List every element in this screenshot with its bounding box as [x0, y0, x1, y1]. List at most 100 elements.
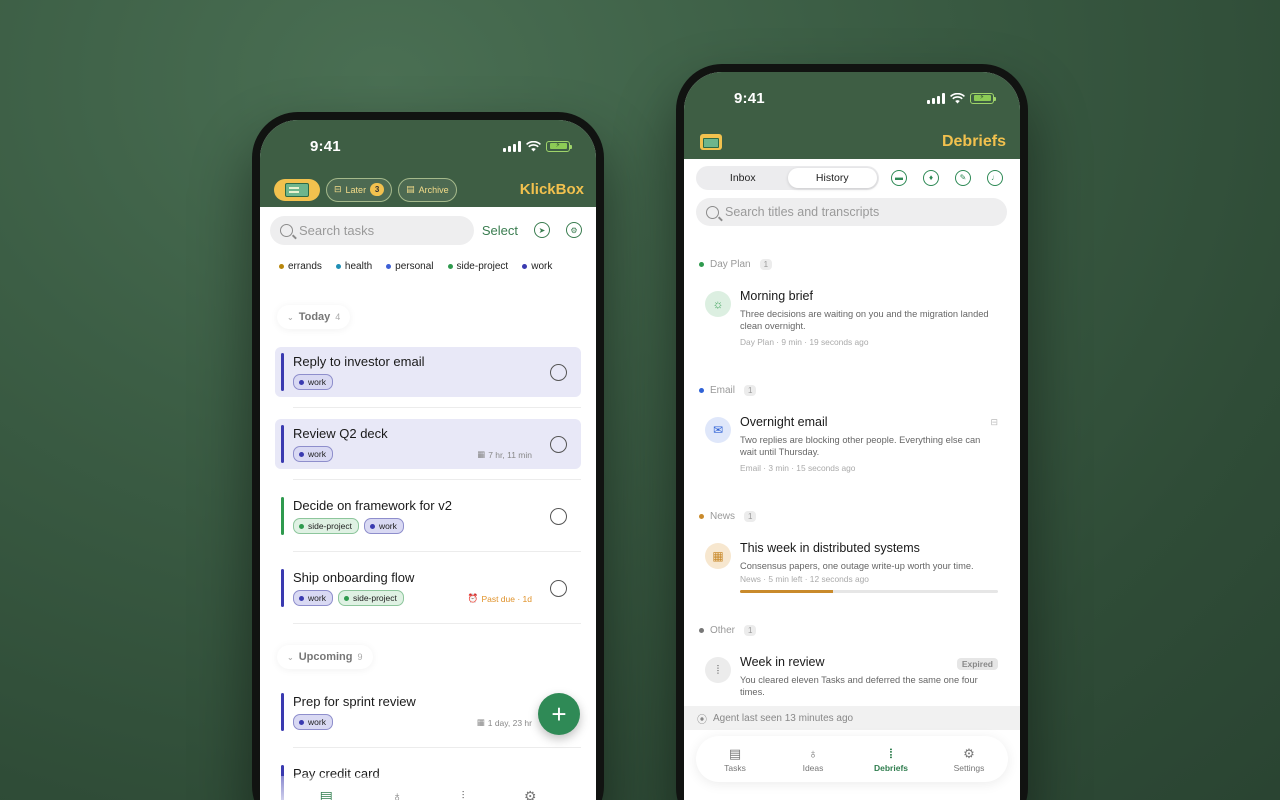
tab-inbox[interactable]: Inbox [698, 168, 788, 188]
task-search-input[interactable]: Search tasks [270, 215, 474, 245]
status-time: 9:41 [734, 89, 765, 107]
tag-chip: work [293, 590, 333, 606]
phone-debriefs: 9:41 ⚡ Debriefs Inbox History ▬ ♦ ✎ ♩ Se… [676, 64, 1028, 800]
debriefs-screen: 9:41 ⚡ Debriefs Inbox History ▬ ♦ ✎ ♩ Se… [684, 72, 1020, 800]
gear-icon[interactable]: ⚙ [524, 788, 537, 800]
later-button[interactable]: ⊟ Later 3 [326, 177, 393, 202]
nav-settings[interactable]: ⚙ Settings [939, 746, 999, 773]
add-task-button[interactable]: + [538, 693, 580, 735]
debriefs-header: 9:41 ⚡ Debriefs [684, 72, 1020, 159]
complete-checkbox[interactable] [550, 508, 567, 525]
inbox-tray-icon[interactable]: ⊟ [990, 417, 998, 428]
group-header-news: News 1 [684, 509, 1020, 523]
wifi-icon [950, 92, 965, 103]
battery-icon: ⚡ [970, 92, 996, 104]
debrief-item[interactable]: ▦ This week in distributed systems Conse… [684, 541, 1020, 619]
debrief-title: Overnight email [740, 415, 828, 429]
debrief-meta: Day Plan · 9 min · 19 seconds ago [740, 337, 869, 347]
chevron-down-icon: ⌄ [287, 652, 294, 662]
select-button[interactable]: Select [482, 223, 518, 238]
tag-chip: work [363, 518, 404, 534]
past-due-meta: ⏰ Past due · 1d [467, 593, 532, 604]
archive-button[interactable]: ▤ Archive [398, 177, 457, 202]
listen-progress-bar [740, 590, 998, 593]
tasks-icon: ▤ [728, 745, 742, 761]
bottom-nav: ▤ Tasks ♁ Ideas ⦙ Debriefs ⚙ Settings [696, 736, 1008, 782]
waveform-icon[interactable]: ⦙ [462, 788, 465, 800]
signal-icon [927, 92, 945, 104]
tag-filter-side-project[interactable]: side-project [447, 261, 508, 272]
task-title: Ship onboarding flow [293, 570, 415, 585]
complete-checkbox[interactable] [550, 364, 567, 381]
edit-icon[interactable]: ✎ [955, 169, 971, 186]
inbox-tray-icon: ⊟ [334, 184, 342, 194]
gear-icon[interactable]: ⚙ [566, 222, 582, 238]
task-row[interactable]: Ship onboarding flow work side-project ⏰… [275, 563, 581, 613]
complete-checkbox[interactable] [550, 580, 567, 597]
task-row[interactable]: Decide on framework for v2 side-project … [275, 491, 581, 541]
tab-history[interactable]: History [787, 167, 877, 188]
debrief-title: This week in distributed systems [740, 541, 920, 555]
gear-icon: ⚙ [963, 745, 975, 761]
tag-filter-personal[interactable]: personal [386, 261, 434, 272]
search-icon [706, 205, 719, 219]
nav-tasks[interactable]: ▤ Tasks [705, 746, 765, 773]
debrief-summary: Two replies are blocking other people. E… [740, 435, 981, 457]
sunrise-icon: ☼ [705, 291, 731, 317]
signal-icon [503, 140, 521, 152]
alarm-clock-icon: ⏰ [467, 593, 479, 603]
complete-checkbox[interactable] [550, 436, 567, 453]
tag-chip: side-project [337, 590, 404, 606]
envelope-icon: ✉ [705, 417, 731, 443]
app-title: KlickBox [519, 181, 584, 198]
tag-filter-work[interactable]: work [522, 261, 552, 272]
folder-icon[interactable]: ▬ [891, 169, 907, 186]
nav-ideas[interactable]: ♁ Ideas [783, 746, 843, 773]
lightbulb-icon: ♁ [808, 745, 818, 761]
phone-klickbox: 9:41 ⚡ ⊟ Later 3 ▤ Archive KlickBox Sear… [252, 112, 604, 800]
waveform-icon: ⦙ [705, 657, 731, 683]
tag-chip: work [293, 374, 333, 390]
tag-filter-health[interactable]: health [335, 261, 372, 272]
task-row[interactable]: Prep for sprint review work ▦ 1 day, 23 h… [275, 687, 581, 737]
chevron-down-icon: ⌄ [287, 312, 294, 322]
expired-badge: Expired [956, 658, 998, 670]
tag-filter-row: errands health personal side-project wor… [260, 247, 596, 272]
task-title: Review Q2 deck [293, 426, 388, 441]
klickbox-logo[interactable] [700, 133, 722, 150]
page-title: Debriefs [941, 132, 1006, 150]
compass-icon[interactable]: ➤ [534, 222, 550, 238]
calendar-icon: ▦ [477, 449, 486, 459]
debrief-title: Week in review [740, 655, 825, 669]
microphone-icon[interactable]: ♩ [987, 169, 1003, 186]
nav-debriefs[interactable]: ⦙ Debriefs [861, 746, 921, 773]
status-bar: 9:41 ⚡ [684, 72, 1020, 124]
section-header-upcoming[interactable]: ⌄ Upcoming 9 [277, 645, 373, 669]
debrief-search-input[interactable]: Search titles and transcripts [696, 198, 1007, 226]
newspaper-icon: ▦ [705, 543, 731, 569]
debrief-meta: News · 5 min left · 12 seconds ago [740, 574, 869, 584]
debrief-item[interactable]: ✉ Overnight email ⊟ Two replies are bloc… [684, 415, 1020, 493]
listen-progress-fill [740, 590, 833, 593]
calendar-icon: ▦ [476, 717, 485, 727]
tag-chip: side-project [293, 518, 359, 534]
lightbulb-icon[interactable]: ♦ [923, 169, 939, 186]
tag-chip: work [293, 714, 333, 730]
agent-status-bar: ⦿ Agent last seen 13 minutes ago [684, 706, 1020, 730]
archive-box-icon: ▤ [406, 184, 415, 194]
lightbulb-icon[interactable]: ♁ [392, 788, 403, 800]
inbox-history-toggle: Inbox History [696, 165, 879, 190]
task-row[interactable]: Reply to investor email work [275, 347, 581, 397]
task-title: Decide on framework for v2 [293, 498, 452, 513]
section-header-today[interactable]: ⌄ Today 4 [277, 305, 351, 329]
group-header-day-plan: Day Plan 1 [684, 257, 1020, 271]
group-header-other: Other 1 [684, 623, 1020, 637]
task-due-meta: ▦ 1 day, 23 hr [476, 717, 532, 728]
debrief-item[interactable]: ☼ Morning brief Three decisions are wait… [684, 289, 1020, 367]
task-row[interactable]: Review Q2 deck work ▦ 7 hr, 11 min [275, 419, 581, 469]
tag-filter-errands[interactable]: errands [279, 261, 322, 272]
klickbox-screen: 9:41 ⚡ ⊟ Later 3 ▤ Archive KlickBox Sear… [260, 120, 596, 800]
tasks-tab-icon[interactable]: ▤ [320, 788, 333, 800]
bottom-nav: ▤ ♁ ⦙ ⚙ [260, 776, 596, 800]
klickbox-logo[interactable] [274, 178, 320, 201]
